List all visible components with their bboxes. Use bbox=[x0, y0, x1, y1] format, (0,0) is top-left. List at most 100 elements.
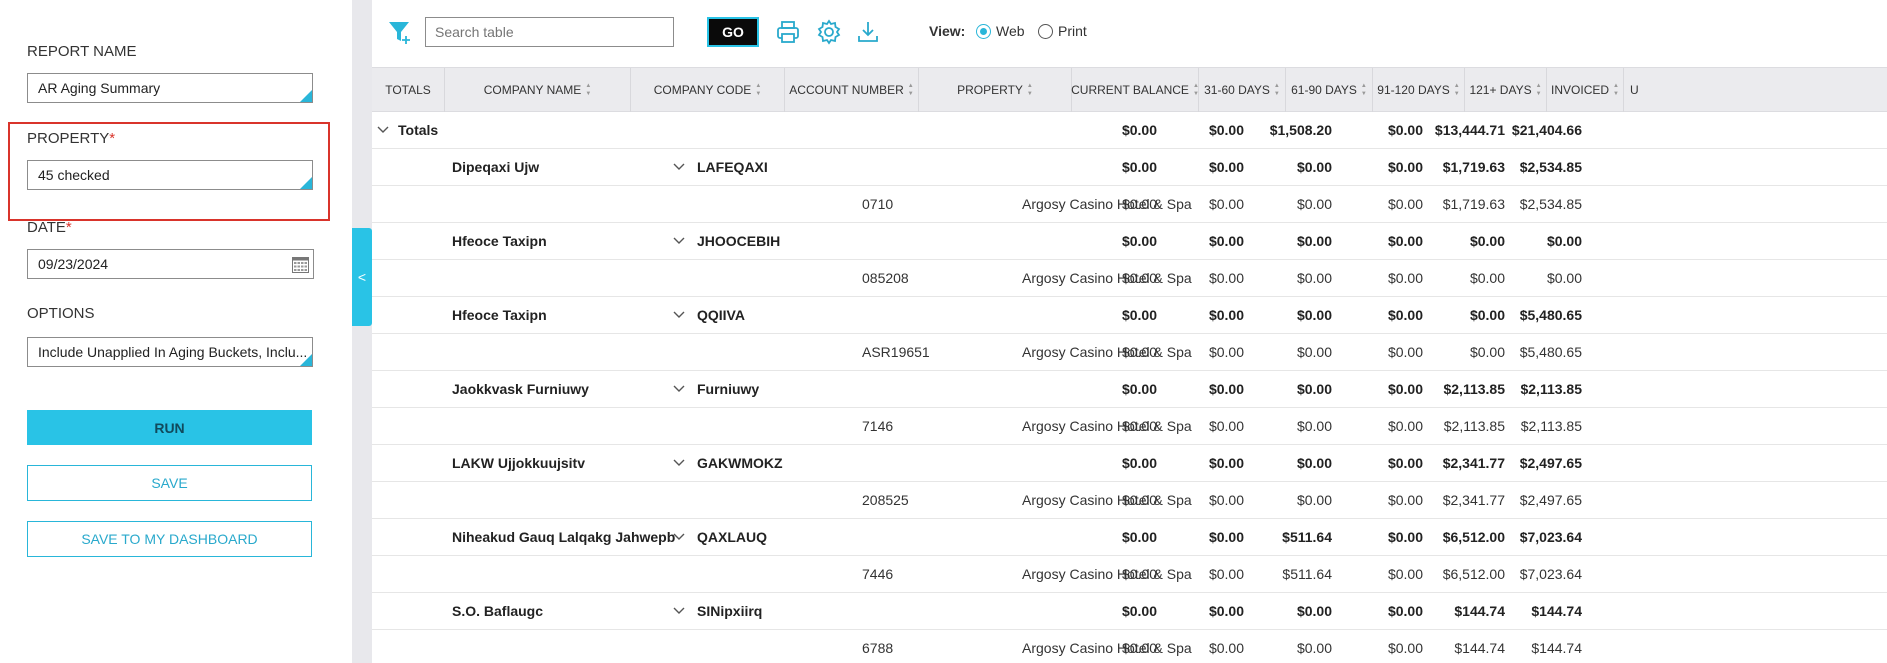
date-field[interactable]: 09/23/2024 bbox=[27, 249, 314, 279]
company-code-cell: QQIIVA bbox=[697, 307, 745, 323]
amount-cell: $144.74 bbox=[1531, 603, 1582, 619]
company-row[interactable]: LAKW Ujjokkuujsitv GAKWMOKZ $0.00 $0.00 $0.0… bbox=[372, 445, 1887, 482]
column-header[interactable]: 121+ DAYS ▲ ▼ bbox=[1465, 68, 1547, 112]
column-header[interactable]: COMPANY NAME ▲ ▼ bbox=[445, 68, 631, 112]
view-print-label[interactable]: Print bbox=[1058, 23, 1087, 39]
column-header[interactable]: PROPERTY ▲ ▼ bbox=[919, 68, 1072, 112]
account-row[interactable]: ASR19651 Argosy Casino Hotel & Spa $0.00 $0… bbox=[372, 334, 1887, 371]
required-marker: * bbox=[65, 219, 72, 236]
search-input[interactable] bbox=[425, 17, 674, 47]
chevron-down-icon[interactable] bbox=[672, 530, 686, 544]
sort-icon[interactable]: ▲ ▼ bbox=[1613, 82, 1619, 98]
view-web-radio[interactable] bbox=[976, 24, 991, 39]
chevron-down-icon[interactable] bbox=[672, 234, 686, 248]
report-options-sidebar: REPORT NAME AR Aging Summary PROPERTY* 4… bbox=[0, 0, 352, 663]
company-row[interactable]: Niheakud Gauq Lalqakg Jahwepb QAXLAUQ $0.0… bbox=[372, 519, 1887, 556]
account-number-cell: ASR19651 bbox=[862, 344, 930, 360]
sort-icon[interactable]: ▲ ▼ bbox=[1193, 82, 1199, 98]
company-row[interactable]: Dipeqaxi Ujw LAFEQAXI $0.00 $0.00 $0.00 $0.00… bbox=[372, 149, 1887, 186]
company-code-cell: JHOOCEBIH bbox=[697, 233, 781, 249]
view-label: View: bbox=[929, 23, 966, 39]
chevron-down-icon[interactable] bbox=[672, 604, 686, 618]
chevron-down-icon[interactable] bbox=[672, 308, 686, 322]
amount-cell: $2,534.85 bbox=[1519, 196, 1582, 212]
collapse-sidebar-button[interactable]: < bbox=[352, 228, 372, 326]
column-header-label: 31-60 DAYS bbox=[1204, 83, 1270, 97]
column-header[interactable]: CURRENT BALANCE ▲ ▼ bbox=[1071, 68, 1199, 112]
account-row[interactable]: 208525 Argosy Casino Hotel & Spa $0.00 $0.0… bbox=[372, 482, 1887, 519]
column-header[interactable]: 31-60 DAYS ▲ ▼ bbox=[1199, 68, 1286, 112]
column-header[interactable]: INVOICED ▲ ▼ bbox=[1547, 68, 1624, 112]
chevron-down-icon[interactable] bbox=[672, 160, 686, 174]
amount-cell: $7,023.64 bbox=[1519, 529, 1582, 545]
chevron-down-icon[interactable] bbox=[672, 382, 686, 396]
property-multiselect[interactable]: 45 checked bbox=[27, 160, 313, 190]
chevron-down-icon[interactable] bbox=[376, 123, 390, 137]
column-header-label: PROPERTY bbox=[957, 83, 1023, 97]
gear-icon[interactable] bbox=[816, 19, 842, 45]
save-button[interactable]: SAVE bbox=[27, 465, 312, 501]
table-header: TOTALS COMPANY NAME ▲ ▼ COMPANY CODE ▲ ▼ ACCOUN… bbox=[372, 67, 1887, 112]
column-header: U bbox=[1624, 68, 1664, 112]
report-name-field[interactable]: AR Aging Summary bbox=[27, 73, 313, 103]
company-row[interactable]: S.O. Baflaugc SINipxiirq $0.00 $0.00 $0.00 $0… bbox=[372, 593, 1887, 630]
report-name-label: REPORT NAME bbox=[27, 43, 137, 60]
print-icon[interactable] bbox=[775, 19, 801, 45]
amount-cell: $0.00 bbox=[1546, 270, 1582, 286]
sort-icon[interactable]: ▲ ▼ bbox=[1027, 82, 1033, 98]
sort-icon[interactable]: ▲ ▼ bbox=[1274, 82, 1280, 98]
field-resize-corner bbox=[300, 90, 312, 102]
totals-row[interactable]: Totals $0.00 $0.00 $1,508.20 $0.00 $13,444.71… bbox=[372, 112, 1887, 149]
sort-icon[interactable]: ▲ ▼ bbox=[1454, 82, 1460, 98]
company-row[interactable]: Hfeoce Taxipn QQIIVA $0.00 $0.00 $0.00 $0.00 $… bbox=[372, 297, 1887, 334]
aging-table: TOTALS COMPANY NAME ▲ ▼ COMPANY CODE ▲ ▼ ACCOUN… bbox=[372, 67, 1887, 663]
filter-add-icon[interactable] bbox=[387, 19, 413, 45]
options-value: Include Unapplied In Aging Buckets, Incl… bbox=[38, 344, 308, 360]
column-header[interactable]: 61-90 DAYS ▲ ▼ bbox=[1286, 68, 1373, 112]
company-name-cell: Jaokkvask Furniuwy bbox=[452, 381, 589, 397]
account-number-cell: 7446 bbox=[862, 566, 894, 582]
column-header-label: ACCOUNT NUMBER bbox=[789, 83, 904, 97]
column-header[interactable]: ACCOUNT NUMBER ▲ ▼ bbox=[785, 68, 919, 112]
sort-icon[interactable]: ▲ ▼ bbox=[908, 82, 914, 98]
company-name-cell: Hfeoce Taxipn bbox=[452, 307, 547, 323]
calendar-icon[interactable] bbox=[292, 256, 309, 273]
account-row[interactable]: 6788 Argosy Casino Hotel & Spa $0.00 $0.00 $… bbox=[372, 630, 1887, 663]
account-number-cell: 085208 bbox=[862, 270, 909, 286]
amount-cell: $5,480.65 bbox=[1519, 344, 1582, 360]
company-name-cell: Hfeoce Taxipn bbox=[452, 233, 547, 249]
account-row[interactable]: 0710 Argosy Casino Hotel & Spa $0.00 $0.00 $… bbox=[372, 186, 1887, 223]
column-header[interactable]: 91-120 DAYS ▲ ▼ bbox=[1373, 68, 1465, 112]
amount-cell: $5,480.65 bbox=[1519, 307, 1582, 323]
download-icon[interactable] bbox=[855, 19, 881, 45]
view-web-label[interactable]: Web bbox=[996, 23, 1025, 39]
report-name-value: AR Aging Summary bbox=[38, 80, 161, 96]
account-number-cell: 7146 bbox=[862, 418, 894, 434]
amount-cell: $2,497.65 bbox=[1519, 455, 1582, 471]
chevron-down-icon[interactable] bbox=[672, 456, 686, 470]
company-row[interactable]: Hfeoce Taxipn JHOOCEBIH $0.00 $0.00 $0.00 $0.… bbox=[372, 223, 1887, 260]
options-multiselect[interactable]: Include Unapplied In Aging Buckets, Incl… bbox=[27, 337, 313, 367]
amount-cell: $2,113.85 bbox=[1520, 418, 1582, 434]
sort-icon[interactable]: ▲ ▼ bbox=[755, 82, 761, 98]
company-name-cell: Niheakud Gauq Lalqakg Jahwepb bbox=[452, 529, 676, 545]
company-row[interactable]: Jaokkvask Furniuwy Furniuwy $0.00 $0.00 $0.0… bbox=[372, 371, 1887, 408]
account-row[interactable]: 7146 Argosy Casino Hotel & Spa $0.00 $0.00 $… bbox=[372, 408, 1887, 445]
totals-label: Totals bbox=[398, 122, 439, 138]
account-number-cell: 0710 bbox=[862, 196, 894, 212]
property-value: 45 checked bbox=[38, 167, 110, 183]
go-button[interactable]: GO bbox=[707, 17, 759, 47]
sort-icon[interactable]: ▲ ▼ bbox=[585, 82, 591, 98]
view-print-radio[interactable] bbox=[1038, 24, 1053, 39]
amount-cell: $144.74 bbox=[1531, 640, 1582, 656]
account-row[interactable]: 085208 Argosy Casino Hotel & Spa $0.00 $0.0… bbox=[372, 260, 1887, 297]
save-to-dashboard-button[interactable]: SAVE TO MY DASHBOARD bbox=[27, 521, 312, 557]
column-header: TOTALS bbox=[372, 68, 445, 112]
sort-icon[interactable]: ▲ ▼ bbox=[1361, 82, 1367, 98]
run-button[interactable]: RUN bbox=[27, 410, 312, 445]
company-name-cell: LAKW Ujjokkuujsitv bbox=[452, 455, 586, 471]
column-header[interactable]: COMPANY CODE ▲ ▼ bbox=[631, 68, 785, 112]
field-resize-corner bbox=[300, 354, 312, 366]
sort-icon[interactable]: ▲ ▼ bbox=[1536, 82, 1542, 98]
account-row[interactable]: 7446 Argosy Casino Hotel & Spa $0.00 $0.00 $… bbox=[372, 556, 1887, 593]
